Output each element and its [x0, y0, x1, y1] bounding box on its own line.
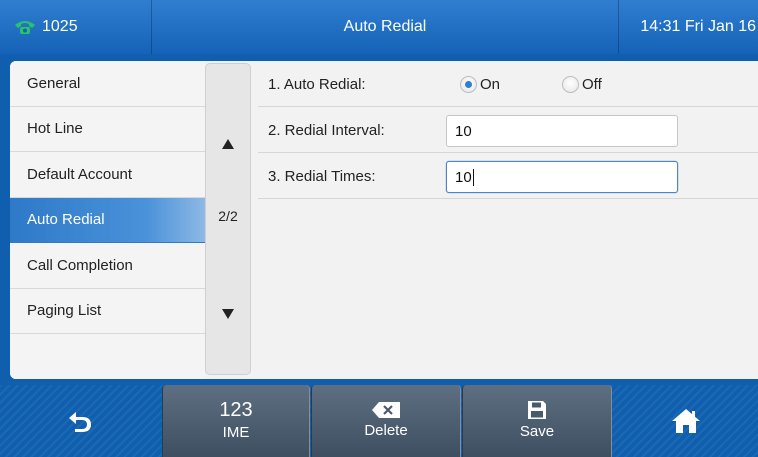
redial-times-label: 3. Redial Times: [268, 167, 376, 185]
save-label: Save [519, 423, 555, 440]
menu-item-label: General [27, 74, 81, 92]
back-button[interactable] [0, 385, 160, 457]
auto-redial-on-radio[interactable]: On [460, 74, 500, 94]
backspace-icon [372, 402, 400, 418]
title-bar: 1025 Auto Redial 14:31 Fri Jan 16 [0, 0, 758, 54]
redial-interval-value: 10 [455, 122, 472, 140]
account-number: 1025 [42, 18, 78, 35]
menu-item-hot-line[interactable]: Hot Line [10, 107, 205, 152]
radio-checked-icon [460, 75, 477, 93]
radio-label-off: Off [582, 75, 602, 93]
menu-item-label: Hot Line [27, 120, 83, 138]
redial-interval-label: 2. Redial Interval: [268, 121, 385, 139]
text-caret [472, 168, 474, 186]
delete-label: Delete [364, 422, 408, 439]
menu-item-label: Call Completion [27, 256, 133, 274]
auto-redial-label: 1. Auto Redial: [268, 75, 366, 93]
page-scroller: 2/2 [205, 63, 251, 375]
settings-panel: General Hot Line Default Account Auto Re… [10, 61, 758, 379]
redial-times-input[interactable]: 10 [446, 161, 678, 193]
account-indicator: 1025 [0, 0, 152, 54]
back-arrow-icon [69, 412, 91, 432]
settings-list: 1. Auto Redial: On Off 2. Redial Interva… [258, 61, 758, 379]
redial-times-value: 10 [455, 168, 472, 186]
arrow-up-icon [222, 139, 234, 149]
home-icon [672, 409, 700, 433]
delete-button[interactable]: Delete [311, 385, 461, 457]
clock: 14:31 Fri Jan 16 [618, 0, 758, 54]
softkey-bar: 123 IME Delete Save [0, 385, 758, 457]
radio-unchecked-icon [562, 75, 579, 93]
page-indicator: 2/2 [218, 208, 238, 224]
menu-item-default-account[interactable]: Default Account [10, 152, 205, 198]
menu-item-label: Auto Redial [27, 211, 105, 229]
redial-times-row: 3. Redial Times: 10 [258, 153, 758, 199]
feature-menu: General Hot Line Default Account Auto Re… [10, 61, 205, 379]
auto-redial-row: 1. Auto Redial: On Off [258, 61, 758, 107]
menu-item-general[interactable]: General [10, 61, 205, 107]
menu-item-call-completion[interactable]: Call Completion [10, 243, 205, 289]
phone-handset-icon [15, 21, 35, 34]
redial-interval-row: 2. Redial Interval: 10 [258, 107, 758, 153]
radio-label-on: On [480, 75, 501, 93]
page-down-button[interactable] [206, 296, 250, 332]
menu-item-auto-redial[interactable]: Auto Redial [10, 197, 205, 243]
ime-mode: 123 [219, 399, 253, 421]
save-button[interactable]: Save [462, 385, 612, 457]
menu-item-label: Paging List [27, 302, 102, 320]
redial-interval-input[interactable]: 10 [446, 115, 678, 147]
ime-label: IME [222, 424, 250, 441]
floppy-disk-icon [528, 401, 546, 419]
home-button[interactable] [614, 385, 758, 457]
ime-button[interactable]: 123 IME [162, 385, 310, 457]
auto-redial-off-radio[interactable]: Off [562, 74, 602, 94]
page-up-button[interactable] [206, 126, 250, 162]
arrow-down-icon [222, 309, 234, 319]
menu-item-label: Default Account [27, 165, 133, 183]
page-title: Auto Redial [343, 18, 427, 35]
menu-item-paging-list[interactable]: Paging List [10, 289, 205, 334]
